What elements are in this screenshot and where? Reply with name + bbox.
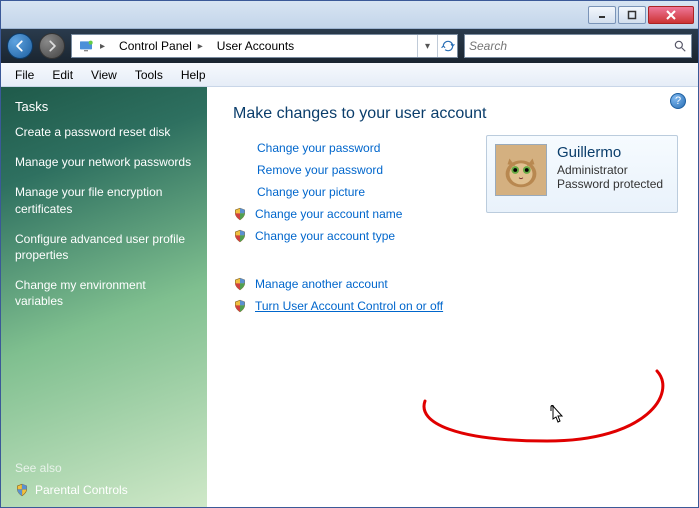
back-button[interactable]: [7, 33, 33, 59]
navbar: ▸ Control Panel ▸ User Accounts ▾: [1, 29, 698, 63]
tasks-heading: Tasks: [15, 99, 193, 114]
chevron-right-icon: ▸: [196, 41, 205, 52]
close-button[interactable]: [648, 6, 694, 24]
parental-controls-label: Parental Controls: [35, 483, 128, 497]
user-role: Administrator: [557, 163, 663, 177]
content: ? Make changes to your user account Chan…: [207, 87, 698, 507]
forward-button[interactable]: [39, 33, 65, 59]
breadcrumb-root-icon[interactable]: ▸: [72, 35, 113, 57]
annotation-circle: [407, 363, 687, 453]
address-dropdown-button[interactable]: ▾: [417, 35, 437, 57]
breadcrumb-user-accounts[interactable]: User Accounts: [211, 35, 300, 57]
task-configure-profile-properties[interactable]: Configure advanced user profile properti…: [15, 231, 193, 263]
window: ▸ Control Panel ▸ User Accounts ▾ File E…: [0, 0, 699, 508]
sidebar: Tasks Create a password reset disk Manag…: [1, 87, 207, 507]
menu-bar: File Edit View Tools Help: [1, 63, 698, 87]
link-row: Change your account type: [233, 229, 678, 243]
account-link[interactable]: Change your picture: [257, 185, 365, 199]
account-link[interactable]: Change your account name: [255, 207, 402, 221]
search-icon: [673, 39, 687, 53]
link-row: Turn User Account Control on or off: [233, 299, 678, 313]
shield-icon: [233, 207, 247, 221]
page-title: Make changes to your user account: [233, 105, 678, 123]
refresh-button[interactable]: [437, 35, 457, 57]
account-link[interactable]: Manage another account: [255, 277, 388, 291]
user-status: Password protected: [557, 177, 663, 191]
chevron-right-icon: ▸: [98, 41, 107, 52]
user-picture: [495, 144, 547, 196]
account-link[interactable]: Turn User Account Control on or off: [255, 299, 443, 313]
link-row: Manage another account: [233, 277, 678, 291]
menu-tools[interactable]: Tools: [127, 66, 171, 84]
account-link[interactable]: Change your password: [257, 141, 380, 155]
menu-help[interactable]: Help: [173, 66, 214, 84]
task-manage-network-passwords[interactable]: Manage your network passwords: [15, 154, 193, 170]
user-name: Guillermo: [557, 144, 663, 161]
help-button[interactable]: ?: [670, 93, 686, 109]
menu-edit[interactable]: Edit: [44, 66, 81, 84]
account-link[interactable]: Remove your password: [257, 163, 383, 177]
address-bar[interactable]: ▸ Control Panel ▸ User Accounts ▾: [71, 34, 458, 58]
minimize-button[interactable]: [588, 6, 616, 24]
account-link[interactable]: Change your account type: [255, 229, 395, 243]
task-create-password-reset-disk[interactable]: Create a password reset disk: [15, 124, 193, 140]
breadcrumb-control-panel[interactable]: Control Panel ▸: [113, 35, 211, 57]
shield-icon: [233, 299, 247, 313]
breadcrumb-label: Control Panel: [119, 39, 192, 53]
menu-view[interactable]: View: [83, 66, 125, 84]
menu-file[interactable]: File: [7, 66, 42, 84]
search-input[interactable]: [469, 39, 673, 53]
task-manage-encryption-certs[interactable]: Manage your file encryption certificates: [15, 184, 193, 216]
shield-icon: [15, 483, 29, 497]
mouse-cursor: [547, 404, 567, 428]
shield-icon: [233, 277, 247, 291]
task-change-env-variables[interactable]: Change my environment variables: [15, 277, 193, 309]
titlebar: [1, 1, 698, 29]
body: Tasks Create a password reset disk Manag…: [1, 87, 698, 507]
breadcrumb-label: User Accounts: [217, 39, 294, 53]
parental-controls-link[interactable]: Parental Controls: [15, 483, 193, 497]
search-box[interactable]: [464, 34, 692, 58]
user-info: Guillermo Administrator Password protect…: [557, 144, 663, 191]
maximize-button[interactable]: [618, 6, 646, 24]
see-also-heading: See also: [15, 461, 193, 475]
account-links-group-2: Manage another account Turn User Account …: [233, 277, 678, 313]
shield-icon: [233, 229, 247, 243]
user-card: Guillermo Administrator Password protect…: [486, 135, 678, 213]
